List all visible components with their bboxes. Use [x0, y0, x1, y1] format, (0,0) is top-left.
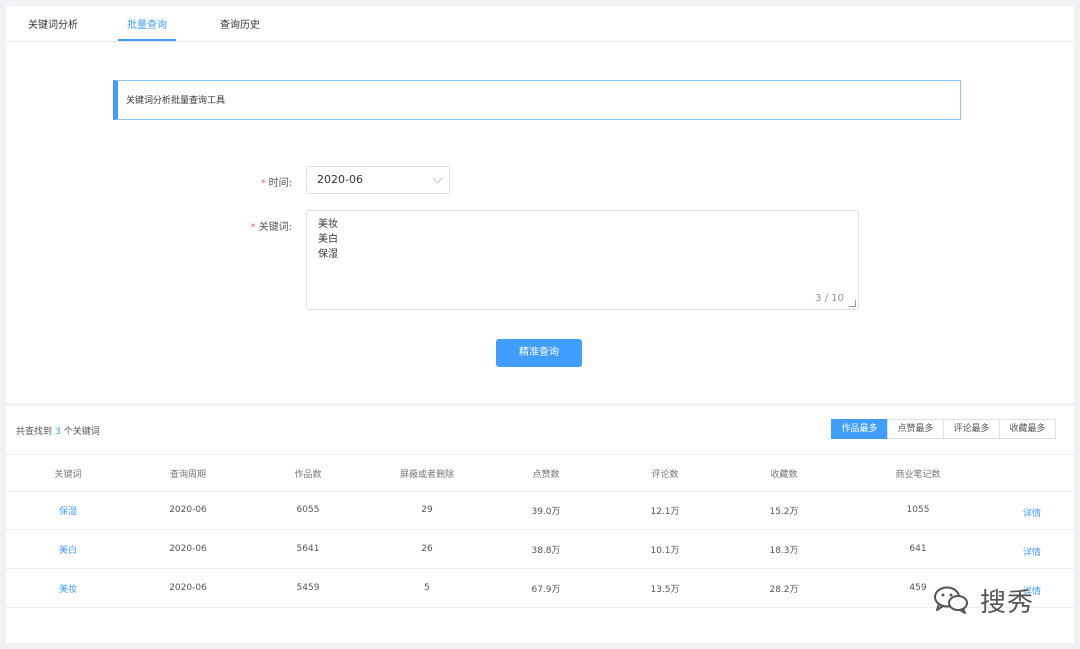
results-panel: 共查找到 3 个关键词 作品最多 点赞最多 评论最多 收藏最多 关键词 查询周期 作… — [6, 406, 1074, 643]
blocked-cell: 5 — [424, 583, 430, 593]
period-cell: 2020-06 — [169, 583, 207, 593]
details-link[interactable]: 详情 — [1012, 530, 1052, 568]
favorites-cell: 15.2万 — [769, 506, 799, 517]
sort-most-works-button[interactable]: 作品最多 — [831, 419, 888, 439]
wechat-icon — [934, 586, 968, 614]
keyword-textarea[interactable]: 美妆 美白 保湿 3 / 10 — [306, 210, 859, 310]
watermark-text: 搜秀 — [980, 587, 1035, 618]
table-row: 美妆 2020-06 5459 5 67.9万 13.5万 28.2万 459 … — [6, 569, 1074, 608]
details-link[interactable]: 详情 — [1012, 491, 1052, 529]
works-cell: 6055 — [296, 505, 320, 515]
time-value: 2020-06 — [317, 173, 363, 186]
sort-most-likes-button[interactable]: 点赞最多 — [887, 419, 944, 439]
period-cell: 2020-06 — [169, 544, 207, 554]
chevron-down-icon — [432, 173, 443, 184]
notice-text: 关键词分析批量查询工具 — [126, 96, 226, 106]
results-count: 3 — [55, 427, 61, 437]
favorites-cell: 18.3万 — [769, 545, 799, 556]
time-select[interactable]: 2020-06 — [306, 166, 450, 194]
comments-cell: 13.5万 — [650, 584, 680, 595]
tab-keyword-analysis[interactable]: 关键词分析 — [28, 6, 78, 39]
required-mark: * — [250, 222, 256, 233]
precise-search-button[interactable]: 精准查询 — [496, 339, 582, 367]
notice-banner: 关键词分析批量查询工具 — [113, 80, 961, 120]
resize-handle-icon[interactable] — [849, 300, 856, 307]
column-header: 关键词 — [54, 469, 82, 480]
tab-bar: 关键词分析 批量查询 查询历史 — [6, 6, 1074, 42]
favorites-cell: 28.2万 — [769, 584, 799, 595]
likes-cell: 38.8万 — [531, 545, 561, 556]
table-header: 关键词 查询周期 作品数 屏蔽或者删除 点赞数 评论数 收藏数 商业笔记数 — [6, 454, 1074, 492]
blocked-cell: 26 — [421, 544, 433, 554]
likes-cell: 67.9万 — [531, 584, 561, 595]
column-header: 作品数 — [294, 469, 322, 480]
period-cell: 2020-06 — [169, 505, 207, 515]
column-header: 点赞数 — [532, 469, 560, 480]
keyword-link[interactable]: 保湿 — [28, 491, 108, 529]
tab-query-history[interactable]: 查询历史 — [220, 6, 260, 39]
blocked-cell: 29 — [421, 505, 433, 515]
query-panel: 关键词分析 批量查询 查询历史 关键词分析批量查询工具 * 时间: 2020-06… — [6, 6, 1074, 403]
works-cell: 5459 — [296, 583, 320, 593]
keyword-line: 保湿 — [318, 249, 338, 260]
commercial-cell: 1055 — [906, 505, 930, 515]
table-row: 保湿 2020-06 6055 29 39.0万 12.1万 15.2万 105… — [6, 491, 1074, 530]
tab-batch-query[interactable]: 批量查询 — [118, 6, 176, 41]
column-header: 屏蔽或者删除 — [399, 469, 454, 480]
works-cell: 5641 — [296, 544, 320, 554]
results-summary: 共查找到 3 个关键词 — [16, 427, 100, 437]
sort-most-comments-button[interactable]: 评论最多 — [943, 419, 1000, 439]
column-header: 评论数 — [651, 469, 679, 480]
table-row: 美白 2020-06 5641 26 38.8万 10.1万 18.3万 641… — [6, 530, 1074, 569]
commercial-cell: 641 — [909, 544, 927, 554]
required-mark: * — [260, 178, 266, 189]
keyword-count: 3 / 10 — [815, 293, 844, 304]
keyword-label: * 关键词: — [250, 222, 292, 233]
column-header: 收藏数 — [770, 469, 798, 480]
column-header: 商业笔记数 — [895, 469, 941, 480]
keyword-line: 美妆 — [318, 219, 338, 230]
comments-cell: 10.1万 — [650, 545, 680, 556]
sort-button-group: 作品最多 点赞最多 评论最多 收藏最多 — [831, 419, 1056, 439]
keyword-link[interactable]: 美白 — [28, 530, 108, 568]
column-header: 查询周期 — [169, 469, 206, 480]
keyword-link[interactable]: 美妆 — [28, 569, 108, 607]
watermark: 搜秀 — [932, 580, 1034, 620]
sort-most-favorites-button[interactable]: 收藏最多 — [999, 419, 1056, 439]
likes-cell: 39.0万 — [531, 506, 561, 517]
time-label: * 时间: — [260, 178, 292, 189]
keyword-line: 美白 — [318, 234, 338, 245]
comments-cell: 12.1万 — [650, 506, 680, 517]
